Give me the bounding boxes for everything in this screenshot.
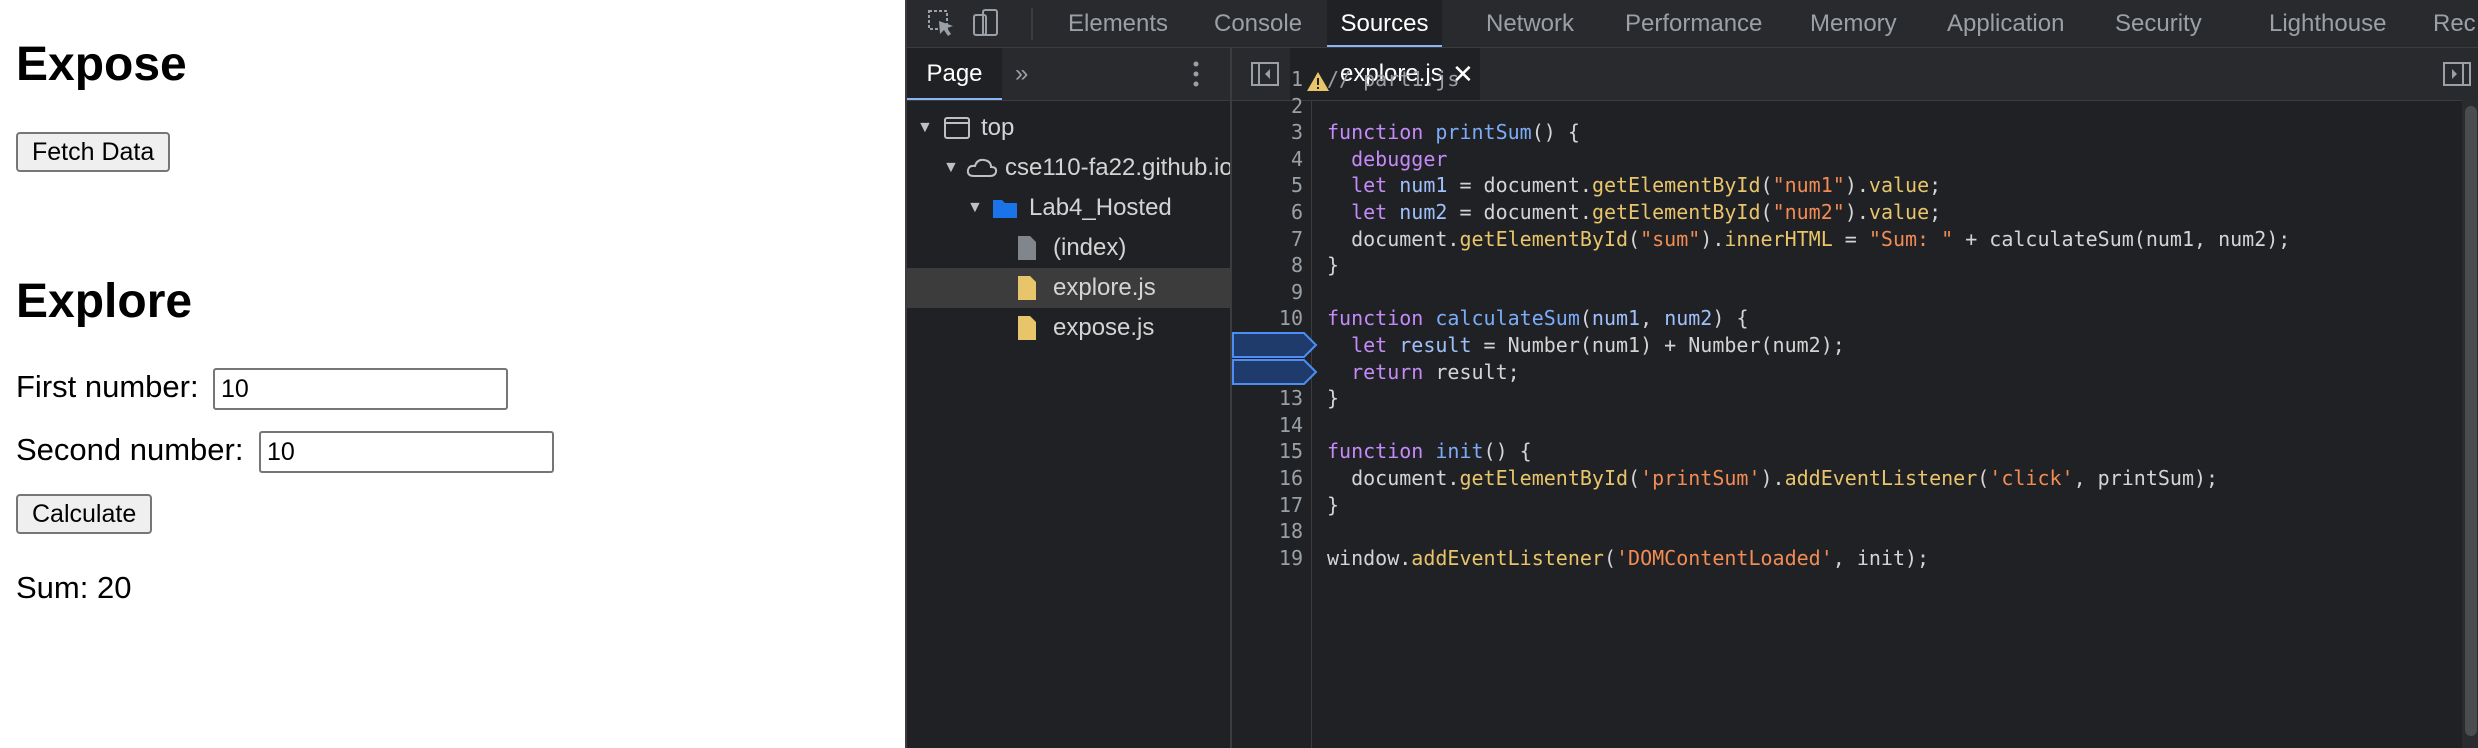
js-file-icon xyxy=(1013,274,1041,302)
code-line: let num2 = document.getElementById("num2… xyxy=(1351,200,1942,224)
code-line: function init() { xyxy=(1327,439,1532,464)
code-line: window.addEventListener('DOMContentLoade… xyxy=(1327,545,1930,570)
js-file-icon xyxy=(1013,314,1041,342)
tab-page[interactable]: Page xyxy=(907,48,1002,100)
device-toolbar-icon[interactable] xyxy=(971,7,1003,39)
line-number[interactable]: 2 xyxy=(1233,93,1303,119)
tab-console[interactable]: Console xyxy=(1214,0,1302,47)
tree-item-top[interactable]: ▼ top xyxy=(907,108,1230,148)
code-line: let result = Number(num1) + Number(num2)… xyxy=(1351,333,1845,357)
more-tabs-button[interactable]: » xyxy=(1015,48,1028,100)
code-line: document.getElementById("sum").innerHTML… xyxy=(1327,226,2291,251)
tree-item-domain[interactable]: ▼ cse110-fa22.github.io xyxy=(907,148,1230,188)
code-line: } xyxy=(1327,253,1340,278)
tree-item-label: (index) xyxy=(1053,234,1127,261)
sum-output: Sum: 20 xyxy=(16,570,132,605)
sources-navigator: Page » ▼ top ▼ cse110-fa22.github.io ▼ L… xyxy=(907,48,1232,748)
folder-icon xyxy=(991,194,1019,222)
code-line: return result; xyxy=(1351,359,1520,384)
web-page: Expose Fetch Data Explore First number: … xyxy=(0,0,905,748)
file-icon xyxy=(1013,234,1041,262)
toggle-debugger-icon[interactable] xyxy=(2442,60,2472,93)
line-number[interactable]: 8 xyxy=(1233,252,1303,278)
tab-performance[interactable]: Performance xyxy=(1625,0,1762,47)
line-number[interactable]: 7 xyxy=(1233,226,1303,252)
line-gutter[interactable]: 12345678910111213141516171819 xyxy=(1232,67,1312,748)
tree-item-label: Lab4_Hosted xyxy=(1029,194,1172,221)
code-line: debugger xyxy=(1351,146,1448,171)
line-number[interactable]: 5 xyxy=(1233,172,1303,198)
more-options-icon[interactable] xyxy=(1191,60,1201,93)
code-line: // part1.js xyxy=(1327,67,1460,91)
code-line: function printSum() { xyxy=(1327,120,1580,145)
code-line: let num1 = document.getElementById("num1… xyxy=(1351,173,1942,198)
fetch-data-button[interactable]: Fetch Data xyxy=(16,132,171,172)
expand-arrow-icon[interactable]: ▼ xyxy=(967,188,983,228)
explore-heading: Explore xyxy=(16,275,193,328)
tree-item-label: expose.js xyxy=(1053,314,1155,341)
line-number[interactable]: 14 xyxy=(1233,412,1303,438)
tab-application[interactable]: Application xyxy=(1947,0,2064,47)
first-number-input[interactable] xyxy=(213,368,508,410)
expand-arrow-icon[interactable]: ▼ xyxy=(917,108,933,148)
tab-security[interactable]: Security xyxy=(2115,0,2202,47)
line-number[interactable]: 13 xyxy=(1233,385,1303,411)
code-line: } xyxy=(1327,386,1340,411)
calculate-button[interactable]: Calculate xyxy=(16,494,153,534)
code-line: document.getElementById('printSum').addE… xyxy=(1327,466,2219,490)
devtools-toolbar: Elements Console Sources Network Perform… xyxy=(907,0,2478,48)
second-number-input[interactable] xyxy=(259,431,554,473)
scrollbar-thumb[interactable] xyxy=(2465,106,2477,736)
tab-elements[interactable]: Elements xyxy=(1068,0,1168,47)
tree-item-label: top xyxy=(981,114,1015,141)
line-number[interactable]: 9 xyxy=(1233,279,1303,305)
tree-item-label: explore.js xyxy=(1053,274,1156,301)
breakpoint-marker[interactable] xyxy=(1232,332,1318,358)
code-line: function calculateSum(num1, num2) { xyxy=(1327,306,1749,331)
code-line: } xyxy=(1327,492,1340,517)
tree-item-index[interactable]: (index) xyxy=(907,228,1230,268)
breakpoint-marker[interactable] xyxy=(1232,358,1318,385)
line-number[interactable]: 3 xyxy=(1233,119,1303,145)
line-number[interactable]: 4 xyxy=(1233,146,1303,172)
tree-item-label: cse110-fa22.github.io xyxy=(1005,154,1230,181)
line-number[interactable]: 1 xyxy=(1233,66,1303,92)
tree-item-folder[interactable]: ▼ Lab4_Hosted xyxy=(907,188,1230,228)
navigator-header: Page » xyxy=(907,48,1230,101)
inspect-element-icon[interactable] xyxy=(925,7,957,39)
tab-network[interactable]: Network xyxy=(1486,0,1574,47)
tab-sources[interactable]: Sources xyxy=(1327,0,1442,47)
first-number-label: First number: xyxy=(16,369,199,404)
line-number[interactable]: 15 xyxy=(1233,438,1303,464)
second-number-label: Second number: xyxy=(16,432,244,467)
line-number[interactable]: 16 xyxy=(1233,465,1303,491)
line-number[interactable]: 19 xyxy=(1233,545,1303,571)
frame-icon xyxy=(943,114,971,142)
line-number[interactable]: 6 xyxy=(1233,199,1303,225)
line-number[interactable]: 17 xyxy=(1233,492,1303,518)
tab-recorder[interactable]: Rec xyxy=(2433,0,2476,47)
line-number[interactable]: 10 xyxy=(1233,305,1303,331)
expose-heading: Expose xyxy=(16,38,187,91)
line-number[interactable]: 18 xyxy=(1233,518,1303,544)
cloud-icon xyxy=(965,154,998,182)
tab-lighthouse[interactable]: Lighthouse xyxy=(2269,0,2386,47)
editor-scrollbar[interactable] xyxy=(2462,100,2478,748)
devtools-panel: Elements Console Sources Network Perform… xyxy=(905,0,2478,748)
tab-memory[interactable]: Memory xyxy=(1810,0,1897,47)
tree-item-explore-js[interactable]: explore.js xyxy=(907,268,1230,308)
toolbar-divider xyxy=(1031,8,1033,40)
expand-arrow-icon[interactable]: ▼ xyxy=(943,148,959,188)
tree-item-expose-js[interactable]: expose.js xyxy=(907,308,1230,348)
code-editor: explore.js ✕ 123456789101112131415161718… xyxy=(1232,48,2478,748)
